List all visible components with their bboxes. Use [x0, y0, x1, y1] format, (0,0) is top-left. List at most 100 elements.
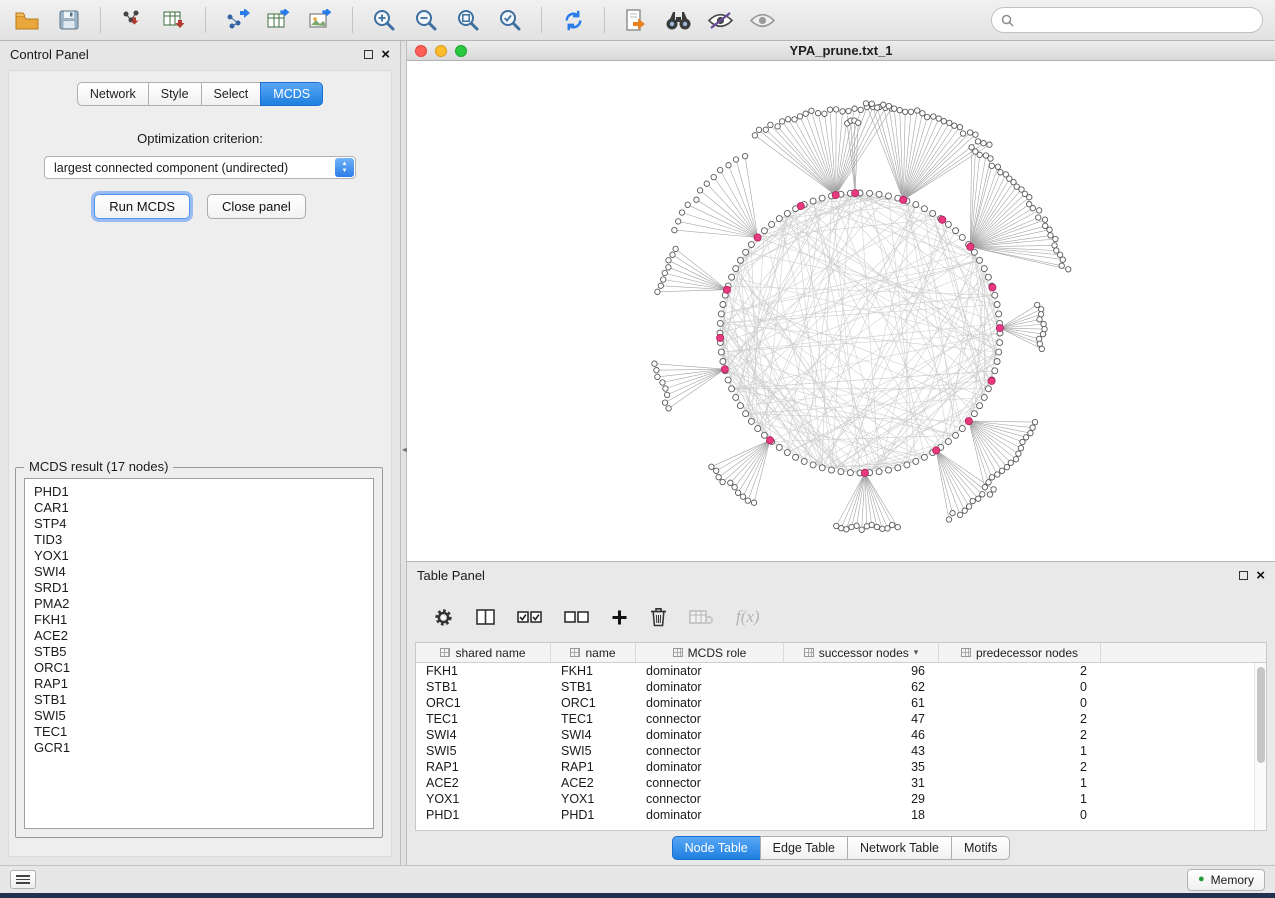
table-panel-tabs-wrap: Node TableEdge TableNetwork TableMotifs — [407, 836, 1275, 860]
control-panel-tabs: NetworkStyleSelectMCDS — [77, 82, 323, 106]
search-box[interactable] — [991, 7, 1263, 33]
table-row[interactable]: STB1STB1dominator620 — [416, 679, 1266, 695]
dropdown-value: largest connected component (undirected) — [54, 161, 288, 175]
table-row[interactable]: TEC1TEC1connector472 — [416, 711, 1266, 727]
close-panel-icon[interactable]: × — [381, 47, 390, 62]
column-layout-icon[interactable] — [476, 609, 495, 625]
table-cell: SWI5 — [551, 744, 636, 758]
export-table-icon[interactable] — [264, 5, 294, 35]
export-image-icon[interactable] — [306, 5, 336, 35]
tab-network[interactable]: Network — [77, 82, 149, 106]
tab-select[interactable]: Select — [201, 82, 262, 106]
table-cell: dominator — [636, 728, 784, 742]
memory-button[interactable]: ● Memory — [1187, 869, 1265, 891]
tab-style[interactable]: Style — [148, 82, 202, 106]
mcds-result-item[interactable]: YOX1 — [34, 548, 373, 564]
table-row[interactable]: SWI4SWI4dominator462 — [416, 727, 1266, 743]
optimization-criterion-dropdown[interactable]: largest connected component (undirected)… — [44, 156, 356, 179]
table-row[interactable]: RAP1RAP1dominator352 — [416, 759, 1266, 775]
mcds-result-item[interactable]: SWI4 — [34, 564, 373, 580]
table-cell: SWI5 — [416, 744, 551, 758]
table-scrollbar[interactable] — [1254, 663, 1266, 830]
mcds-result-list: PHD1CAR1STP4TID3YOX1SWI4SRD1PMA2FKH1ACE2… — [24, 478, 374, 829]
mcds-result-item[interactable]: TID3 — [34, 532, 373, 548]
mcds-result-item[interactable]: TEC1 — [34, 724, 373, 740]
column-header-shared-name[interactable]: shared name — [416, 643, 551, 662]
float-window-icon[interactable] — [364, 50, 373, 59]
mcds-result-item[interactable]: STB1 — [34, 692, 373, 708]
scrollbar-thumb[interactable] — [1257, 667, 1265, 763]
toolbar-separator — [352, 7, 353, 33]
mcds-result-item[interactable]: CAR1 — [34, 500, 373, 516]
network-window-titlebar[interactable]: YPA_prune.txt_1 — [407, 41, 1275, 61]
column-header-successor-nodes[interactable]: successor nodes▾ — [784, 643, 939, 662]
panel-list-icon[interactable] — [10, 870, 36, 889]
show-eye-icon[interactable] — [747, 5, 777, 35]
table-row[interactable]: ACE2ACE2connector311 — [416, 775, 1266, 791]
mcds-result-item[interactable]: SWI5 — [34, 708, 373, 724]
tab-node-table[interactable]: Node Table — [672, 836, 761, 860]
mcds-result-item[interactable]: SRD1 — [34, 580, 373, 596]
search-icon — [1001, 14, 1014, 27]
refresh-icon[interactable] — [558, 5, 588, 35]
hide-selected-eye-icon[interactable] — [705, 5, 735, 35]
save-icon[interactable] — [54, 5, 84, 35]
table-settings-gear-icon[interactable] — [433, 607, 454, 628]
mcds-result-item[interactable]: FKH1 — [34, 612, 373, 628]
table-cell: ACE2 — [416, 776, 551, 790]
table-cell: connector — [636, 744, 784, 758]
float-window-icon[interactable] — [1239, 571, 1248, 580]
mcds-result-item[interactable]: STP4 — [34, 516, 373, 532]
zoom-selected-icon[interactable] — [495, 5, 525, 35]
column-header-name[interactable]: name — [551, 643, 636, 662]
column-type-icon — [961, 648, 971, 657]
panel-splitter[interactable]: ◂▸ — [400, 41, 407, 865]
close-panel-button[interactable]: Close panel — [207, 194, 306, 219]
mcds-result-item[interactable]: PMA2 — [34, 596, 373, 612]
table-row[interactable]: SWI5SWI5connector431 — [416, 743, 1266, 759]
column-header-MCDS-role[interactable]: MCDS role — [636, 643, 784, 662]
network-svg[interactable] — [407, 61, 1275, 561]
export-network-icon[interactable] — [222, 5, 252, 35]
column-header-label: MCDS role — [688, 646, 747, 660]
column-type-icon — [673, 648, 683, 657]
mcds-result-item[interactable]: GCR1 — [34, 740, 373, 756]
zoom-out-icon[interactable] — [411, 5, 441, 35]
open-file-icon[interactable] — [12, 5, 42, 35]
zoom-in-icon[interactable] — [369, 5, 399, 35]
toolbar-separator — [205, 7, 206, 33]
tab-edge-table[interactable]: Edge Table — [760, 836, 848, 860]
memory-label: Memory — [1211, 873, 1254, 887]
mcds-result-item[interactable]: RAP1 — [34, 676, 373, 692]
share-document-icon[interactable] — [621, 5, 651, 35]
zoom-fit-icon[interactable] — [453, 5, 483, 35]
tab-motifs[interactable]: Motifs — [951, 836, 1010, 860]
find-binoculars-icon[interactable] — [663, 5, 693, 35]
table-row[interactable]: YOX1YOX1connector291 — [416, 791, 1266, 807]
mcds-result-item[interactable]: PHD1 — [34, 484, 373, 500]
select-all-checkboxes-icon[interactable] — [517, 611, 542, 624]
table-cell: ACE2 — [551, 776, 636, 790]
column-type-icon — [804, 648, 814, 657]
table-cell: 43 — [784, 744, 939, 758]
tab-mcds[interactable]: MCDS — [260, 82, 323, 106]
mcds-result-item[interactable]: STB5 — [34, 644, 373, 660]
import-table-icon[interactable] — [159, 5, 189, 35]
close-panel-icon[interactable]: × — [1256, 568, 1265, 583]
table-row[interactable]: ORC1ORC1dominator610 — [416, 695, 1266, 711]
import-network-icon[interactable] — [117, 5, 147, 35]
tab-network-table[interactable]: Network Table — [847, 836, 952, 860]
add-column-plus-icon[interactable] — [611, 609, 628, 626]
mcds-result-item[interactable]: ACE2 — [34, 628, 373, 644]
table-row[interactable]: FKH1FKH1dominator962 — [416, 663, 1266, 679]
control-panel-title: Control Panel — [10, 47, 356, 62]
delete-trash-icon[interactable] — [650, 607, 667, 627]
toolbar-separator — [541, 7, 542, 33]
deselect-all-checkboxes-icon[interactable] — [564, 611, 589, 624]
column-header-predecessor-nodes[interactable]: predecessor nodes — [939, 643, 1101, 662]
mcds-result-item[interactable]: ORC1 — [34, 660, 373, 676]
run-mcds-button[interactable]: Run MCDS — [94, 194, 190, 219]
table-row[interactable]: PHD1PHD1dominator180 — [416, 807, 1266, 823]
toolbar-separator — [604, 7, 605, 33]
search-input[interactable] — [1020, 13, 1253, 27]
